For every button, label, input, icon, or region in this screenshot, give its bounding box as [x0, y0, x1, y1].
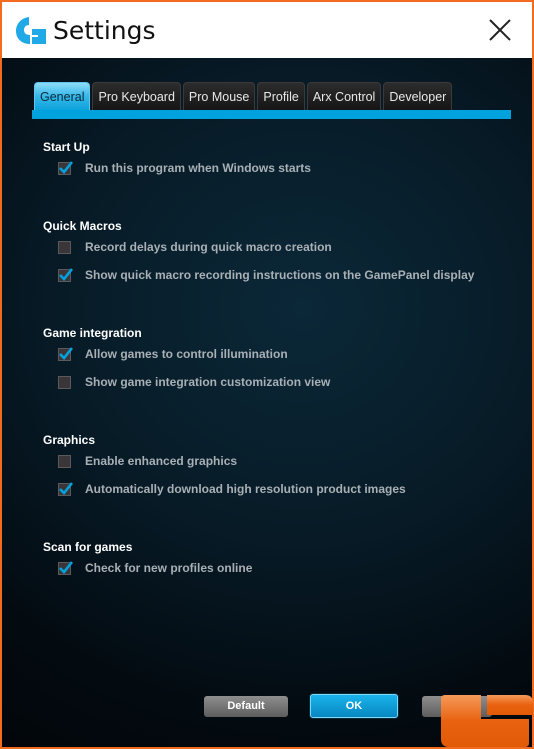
option-label: Show quick macro recording instructions …	[85, 268, 475, 282]
checkbox[interactable]	[58, 454, 71, 468]
option-label: Enable enhanced graphics	[85, 454, 238, 468]
checkmark-icon	[59, 481, 74, 495]
section-title-scan-for-games: Scan for games	[43, 540, 133, 554]
option-check-new-profiles[interactable]: Check for new profiles online	[58, 560, 252, 576]
option-label: Automatically download high resolution p…	[85, 482, 406, 496]
tab-general[interactable]: General	[34, 82, 91, 111]
tab-arx-control[interactable]: Arx Control	[306, 82, 382, 110]
section-title-graphics: Graphics	[43, 433, 96, 447]
default-button[interactable]: Default	[204, 696, 288, 717]
checkmark-icon	[59, 346, 74, 360]
tab-underline	[32, 110, 511, 119]
option-show-macro-instructions[interactable]: Show quick macro recording instructions …	[58, 267, 474, 283]
option-show-integration-view[interactable]: Show game integration customization view	[58, 374, 330, 390]
checkmark-icon	[59, 267, 74, 281]
option-run-on-startup[interactable]: Run this program when Windows starts	[58, 160, 311, 176]
section-title-start-up: Start Up	[43, 140, 90, 154]
tab-profile[interactable]: Profile	[257, 82, 305, 110]
option-label: Record delays during quick macro creatio…	[85, 240, 332, 254]
option-label: Show game integration customization view	[85, 375, 331, 389]
watermark-logo-icon	[441, 695, 533, 747]
close-icon[interactable]	[486, 16, 514, 44]
tab-pro-mouse[interactable]: Pro Mouse	[182, 82, 256, 110]
checkbox[interactable]	[58, 560, 74, 575]
title-bar: Settings	[2, 2, 532, 58]
tab-developer[interactable]: Developer	[383, 82, 453, 110]
option-record-delays[interactable]: Record delays during quick macro creatio…	[58, 239, 332, 255]
checkbox[interactable]	[58, 346, 74, 361]
ok-button[interactable]: OK	[310, 694, 398, 718]
section-title-game-integration: Game integration	[43, 326, 142, 340]
settings-panel: General Pro Keyboard Pro Mouse Profile A…	[2, 58, 532, 747]
checkbox[interactable]	[58, 375, 71, 389]
checkbox[interactable]	[58, 267, 74, 282]
checkbox[interactable]	[58, 240, 71, 254]
checkmark-icon	[59, 160, 74, 174]
settings-window: Settings General Pro Keyboard Pro Mouse …	[2, 2, 533, 747]
option-label: Run this program when Windows starts	[85, 161, 311, 175]
checkbox[interactable]	[58, 160, 74, 175]
option-allow-illumination-control[interactable]: Allow games to control illumination	[58, 346, 288, 362]
tab-bar: General Pro Keyboard Pro Mouse Profile A…	[34, 82, 454, 111]
logitech-g-icon	[16, 17, 46, 44]
checkmark-icon	[59, 560, 74, 574]
tab-pro-keyboard[interactable]: Pro Keyboard	[92, 82, 181, 110]
option-label: Check for new profiles online	[85, 561, 253, 575]
checkbox[interactable]	[58, 481, 74, 496]
option-enhanced-graphics[interactable]: Enable enhanced graphics	[58, 453, 237, 469]
option-label: Allow games to control illumination	[85, 347, 288, 361]
window-title: Settings	[53, 16, 156, 45]
option-download-hires-images[interactable]: Automatically download high resolution p…	[58, 481, 406, 497]
section-title-quick-macros: Quick Macros	[43, 219, 122, 233]
